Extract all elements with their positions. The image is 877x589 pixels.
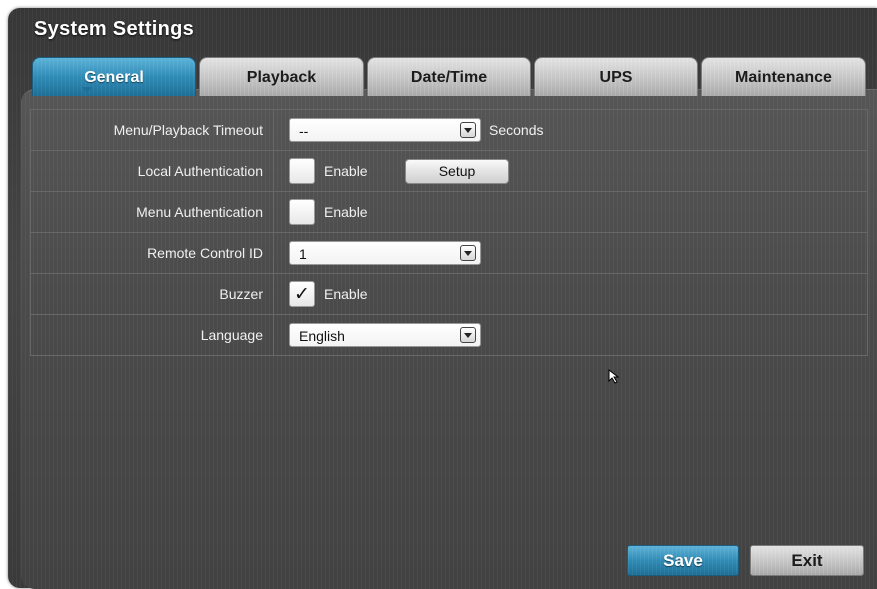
tab-maintenance[interactable]: Maintenance <box>701 57 866 96</box>
language-select[interactable]: English <box>289 323 481 347</box>
setting-row-language: Language English <box>30 315 868 356</box>
setting-label: Remote Control ID <box>147 245 263 261</box>
setting-label: Buzzer <box>219 286 263 302</box>
language-select-value: English <box>299 328 345 344</box>
setting-row-remote-control-id: Remote Control ID 1 <box>30 233 868 274</box>
setting-label: Menu/Playback Timeout <box>113 122 263 138</box>
tab-ups[interactable]: UPS <box>534 57 698 96</box>
chevron-down-icon[interactable] <box>460 122 476 138</box>
mouse-pointer-icon <box>608 369 620 384</box>
tab-playback[interactable]: Playback <box>199 57 364 96</box>
setting-row-menu-authentication: Menu Authentication Enable <box>30 192 868 233</box>
active-tab-pointer-icon <box>82 87 92 93</box>
timeout-select[interactable]: -- <box>289 118 481 142</box>
window-title: System Settings <box>34 18 195 40</box>
remote-control-id-select[interactable]: 1 <box>289 241 481 265</box>
timeout-unit-label: Seconds <box>489 122 544 138</box>
setting-row-buzzer: Buzzer ✓ Enable <box>30 274 868 315</box>
remote-control-id-value: 1 <box>299 246 307 262</box>
setting-label: Menu Authentication <box>136 204 263 220</box>
exit-button[interactable]: Exit <box>750 545 864 576</box>
setting-label: Language <box>200 327 263 343</box>
timeout-select-value: -- <box>299 123 309 139</box>
chevron-down-icon[interactable] <box>460 327 476 343</box>
local-authentication-enable-label: Enable <box>324 163 368 179</box>
tab-date-time[interactable]: Date/Time <box>367 57 531 96</box>
setting-row-local-authentication: Local Authentication Enable Setup <box>30 151 868 192</box>
menu-authentication-checkbox[interactable] <box>289 199 315 225</box>
settings-table: Menu/Playback Timeout -- Seconds Local A… <box>30 109 868 356</box>
setup-button[interactable]: Setup <box>405 159 509 184</box>
chevron-down-icon[interactable] <box>460 245 476 261</box>
buzzer-enable-label: Enable <box>324 286 368 302</box>
menu-authentication-enable-label: Enable <box>324 204 368 220</box>
save-button[interactable]: Save <box>627 545 739 576</box>
setting-row-menu-playback-timeout: Menu/Playback Timeout -- Seconds <box>30 110 868 151</box>
setting-label: Local Authentication <box>137 163 263 179</box>
local-authentication-checkbox[interactable] <box>289 158 315 184</box>
checkmark-icon: ✓ <box>294 283 310 305</box>
tab-general[interactable]: General <box>32 57 196 96</box>
buzzer-checkbox[interactable]: ✓ <box>289 281 315 307</box>
